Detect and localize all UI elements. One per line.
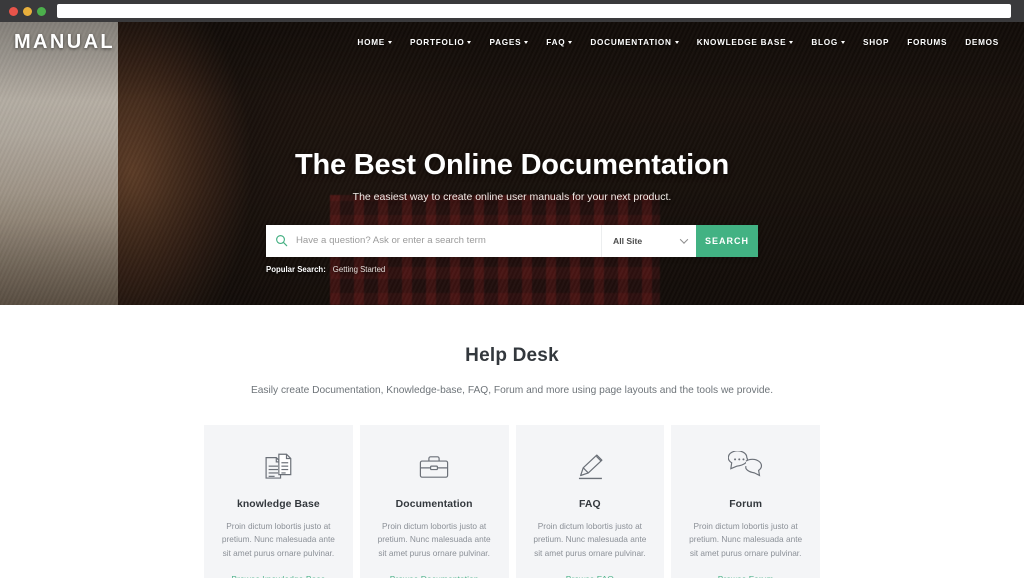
nav-item-shop[interactable]: SHOP	[854, 38, 898, 47]
chevron-down-icon	[387, 41, 392, 44]
search-button[interactable]: SEARCH	[696, 224, 758, 257]
help-desk-subtitle: Easily create Documentation, Knowledge-b…	[250, 385, 774, 396]
chevron-down-icon	[679, 235, 689, 244]
briefcase-icon	[374, 447, 495, 487]
card-forum[interactable]: Forum Proin dictum lobortis justo at pre…	[671, 425, 820, 578]
hero-subtitle: The easiest way to create online user ma…	[352, 190, 672, 203]
chevron-down-icon	[568, 41, 573, 44]
help-desk-title: Help Desk	[465, 345, 559, 366]
nav-item-documentation[interactable]: DOCUMENTATION	[581, 38, 687, 47]
chevron-down-icon	[524, 41, 529, 44]
search-bar: All Site SEARCH	[266, 224, 758, 257]
nav-item-label: FORUMS	[907, 37, 948, 47]
search-input[interactable]	[296, 224, 601, 257]
chevron-down-icon	[789, 41, 794, 44]
nav-item-label: SHOP	[863, 37, 890, 47]
nav-item-label: KNOWLEDGE BASE	[696, 37, 787, 47]
hero-title: The Best Online Documentation	[294, 149, 730, 181]
card-title: FAQ	[579, 499, 601, 510]
nav-item-portfolio[interactable]: PORTFOLIO	[401, 38, 481, 47]
hero-section: MANUAL HOME PORTFOLIO PAGES FAQ DOCUMENT…	[0, 22, 1024, 305]
chevron-down-icon	[674, 41, 679, 44]
nav-item-label: DEMOS	[965, 37, 999, 47]
card-title: knowledge Base	[236, 499, 320, 510]
nav-item-faq[interactable]: FAQ	[537, 38, 581, 47]
hero-search-area: All Site SEARCH Popular Search: Getting …	[266, 224, 758, 274]
documents-icon	[218, 447, 339, 487]
help-desk-cards: knowledge Base Proin dictum lobortis jus…	[204, 425, 820, 578]
popular-search: Popular Search: Getting Started	[266, 265, 758, 274]
card-description: Proin dictum lobortis justo at pretium. …	[533, 521, 647, 558]
nav-item-label: HOME	[357, 37, 385, 47]
address-bar[interactable]	[57, 4, 1011, 18]
card-knowledge-base[interactable]: knowledge Base Proin dictum lobortis jus…	[204, 425, 353, 578]
help-desk-section: Help Desk Easily create Documentation, K…	[0, 305, 1024, 578]
card-link-browse-documentation[interactable]: Browse Documentation	[390, 574, 479, 578]
card-description: Proin dictum lobortis justo at pretium. …	[689, 521, 803, 558]
chevron-down-icon	[841, 41, 846, 44]
card-title: Documentation	[395, 499, 473, 510]
hero-content: The Best Online Documentation The easies…	[0, 149, 1024, 203]
nav-item-forums[interactable]: FORUMS	[898, 38, 956, 47]
card-description: Proin dictum lobortis justo at pretium. …	[377, 521, 491, 558]
window-traffic-lights	[9, 6, 46, 16]
search-scope-value: All Site	[613, 235, 643, 246]
nav-item-home[interactable]: HOME	[348, 38, 401, 47]
site-logo[interactable]: MANUAL	[14, 32, 115, 52]
maximize-window-button[interactable]	[37, 6, 46, 16]
card-title: Forum	[729, 499, 763, 510]
nav-item-pages[interactable]: PAGES	[480, 38, 537, 47]
chevron-down-icon	[467, 41, 472, 44]
card-documentation[interactable]: Documentation Proin dictum lobortis just…	[359, 425, 509, 578]
card-faq[interactable]: FAQ Proin dictum lobortis justo at preti…	[515, 425, 665, 578]
nav-item-knowledge-base[interactable]: KNOWLEDGE BASE	[688, 38, 803, 47]
card-link-browse-faq[interactable]: Browse FAQ	[566, 574, 614, 578]
chat-bubbles-icon	[685, 447, 806, 487]
nav-item-label: PORTFOLIO	[409, 37, 465, 47]
card-link-browse-forum[interactable]: Browse Forum	[718, 574, 774, 578]
browser-chrome	[0, 0, 1024, 22]
nav-item-label: BLOG	[811, 37, 839, 47]
popular-search-term-getting-started[interactable]: Getting Started	[333, 265, 385, 274]
card-link-browse-knowledge-base[interactable]: Browse knowledge Base	[231, 574, 325, 578]
nav-item-label: PAGES	[489, 37, 522, 47]
search-scope-select[interactable]: All Site	[601, 224, 696, 257]
pencil-icon	[530, 447, 651, 487]
nav-item-demos[interactable]: DEMOS	[956, 38, 1008, 47]
nav-item-label: FAQ	[546, 37, 566, 47]
main-navigation: HOME PORTFOLIO PAGES FAQ DOCUMENTATION K…	[348, 38, 1008, 47]
close-window-button[interactable]	[9, 6, 18, 16]
nav-item-label: DOCUMENTATION	[590, 37, 672, 47]
site-header: MANUAL HOME PORTFOLIO PAGES FAQ DOCUMENT…	[0, 22, 1024, 62]
search-icon	[266, 225, 296, 257]
card-description: Proin dictum lobortis justo at pretium. …	[221, 521, 335, 558]
minimize-window-button[interactable]	[23, 6, 32, 16]
popular-search-label: Popular Search:	[266, 264, 326, 274]
nav-item-blog[interactable]: BLOG	[802, 38, 854, 47]
